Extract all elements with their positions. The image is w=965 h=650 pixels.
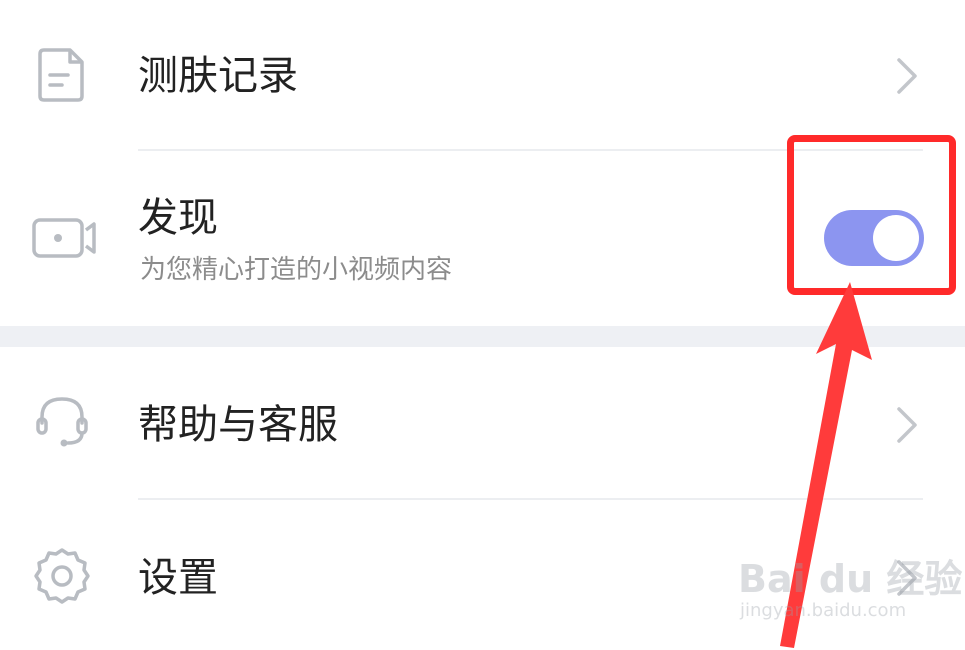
menu-item-title: 测肤记录 [138,53,298,99]
gear-icon [34,548,90,604]
video-camera-icon [32,218,96,258]
menu-item-subtitle: 为您精心打造的小视频内容 [140,255,453,285]
highlight-annotation-box [787,135,956,295]
watermark-logo-text: Bai du 经验 [738,557,963,601]
chevron-right-icon [897,58,917,94]
menu-item-skin-records[interactable]: 测肤记录 [0,0,965,150]
menu-item-title: 设置 [138,555,218,601]
headset-icon [36,397,88,447]
menu-item-title: 发现 [138,195,218,241]
watermark-url: jingyan.baidu.com [740,600,907,621]
menu-item-title: 帮助与客服 [138,402,338,448]
settings-page: 测肤记录 发现 为您精心打造的小视频内容 帮助与客服 设置 Bai du 经验 … [0,0,965,650]
document-icon [38,48,84,102]
chevron-right-icon [897,407,917,443]
baidu-jingyan-watermark: Bai du 经验 jingyan.baidu.com [738,548,962,638]
